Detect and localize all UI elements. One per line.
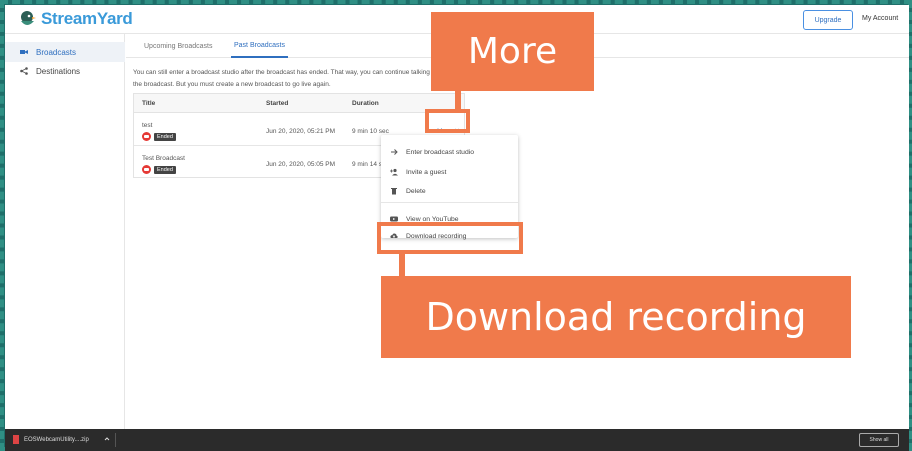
status-badge: Ended bbox=[154, 132, 176, 141]
sidebar: Broadcasts Destinations bbox=[5, 34, 125, 429]
logo-text: StreamYard bbox=[41, 9, 133, 28]
arrow-right-icon bbox=[390, 148, 398, 156]
add-person-icon bbox=[390, 168, 398, 176]
sidebar-item-broadcasts[interactable]: Broadcasts bbox=[5, 42, 125, 62]
intro-text: You can still enter a broadcast studio a… bbox=[133, 67, 443, 91]
broadcast-title: test bbox=[142, 122, 153, 129]
taskbar-separator bbox=[115, 433, 116, 447]
more-highlight-box bbox=[425, 109, 470, 133]
youtube-icon bbox=[142, 165, 151, 174]
callout-more: More bbox=[431, 12, 594, 91]
sidebar-item-label: Destinations bbox=[36, 66, 81, 76]
menu-item-label: Invite a guest bbox=[406, 168, 447, 176]
status-badge: Ended bbox=[154, 165, 176, 174]
chevron-up-icon[interactable] bbox=[104, 436, 110, 444]
sidebar-item-destinations[interactable]: Destinations bbox=[5, 61, 125, 81]
show-all-button[interactable]: Show all bbox=[859, 433, 899, 447]
menu-item-label: Delete bbox=[406, 187, 426, 195]
callout-connector bbox=[399, 254, 405, 276]
my-account-link[interactable]: My Account bbox=[862, 15, 898, 22]
menu-item-enter-studio[interactable]: Enter broadcast studio bbox=[381, 143, 518, 161]
status-group: Ended bbox=[142, 132, 176, 141]
table-header: Title Started Duration bbox=[134, 94, 464, 113]
video-camera-icon bbox=[20, 48, 28, 56]
column-duration: Duration bbox=[352, 100, 379, 107]
duck-logo-icon bbox=[17, 9, 37, 29]
zip-file-icon bbox=[13, 435, 19, 444]
share-icon bbox=[20, 67, 28, 75]
started-time: Jun 20, 2020, 05:21 PM bbox=[266, 128, 336, 135]
download-bar: EOSWebcamUtility....zip Show all bbox=[5, 429, 909, 451]
menu-item-delete[interactable]: Delete bbox=[381, 182, 518, 200]
trash-icon bbox=[390, 187, 398, 195]
intro-line-2: the broadcast. But you must create a new… bbox=[133, 81, 331, 88]
callout-download-recording: Download recording bbox=[381, 276, 851, 358]
streamyard-logo[interactable]: StreamYard bbox=[17, 9, 133, 29]
menu-divider bbox=[381, 202, 518, 203]
tab-upcoming-broadcasts[interactable]: Upcoming Broadcasts bbox=[144, 34, 212, 58]
youtube-icon bbox=[142, 132, 151, 141]
column-title: Title bbox=[142, 100, 156, 107]
download-item[interactable]: EOSWebcamUtility....zip bbox=[13, 435, 110, 444]
started-time: Jun 20, 2020, 05:05 PM bbox=[266, 161, 336, 168]
download-filename: EOSWebcamUtility....zip bbox=[24, 436, 89, 443]
duration: 9 min 10 sec bbox=[352, 128, 389, 135]
sidebar-item-label: Broadcasts bbox=[36, 47, 77, 57]
download-highlight-box bbox=[377, 222, 523, 254]
column-started: Started bbox=[266, 100, 289, 107]
intro-line-1: You can still enter a broadcast studio a… bbox=[133, 69, 438, 76]
broadcast-title: Test Broadcast bbox=[142, 155, 185, 162]
menu-item-invite-guest[interactable]: Invite a guest bbox=[381, 163, 518, 181]
status-group: Ended bbox=[142, 165, 176, 174]
callout-connector bbox=[455, 91, 461, 109]
tab-past-broadcasts[interactable]: Past Broadcasts bbox=[231, 34, 288, 58]
menu-item-label: Enter broadcast studio bbox=[406, 148, 475, 156]
upgrade-button[interactable]: Upgrade bbox=[803, 10, 853, 30]
